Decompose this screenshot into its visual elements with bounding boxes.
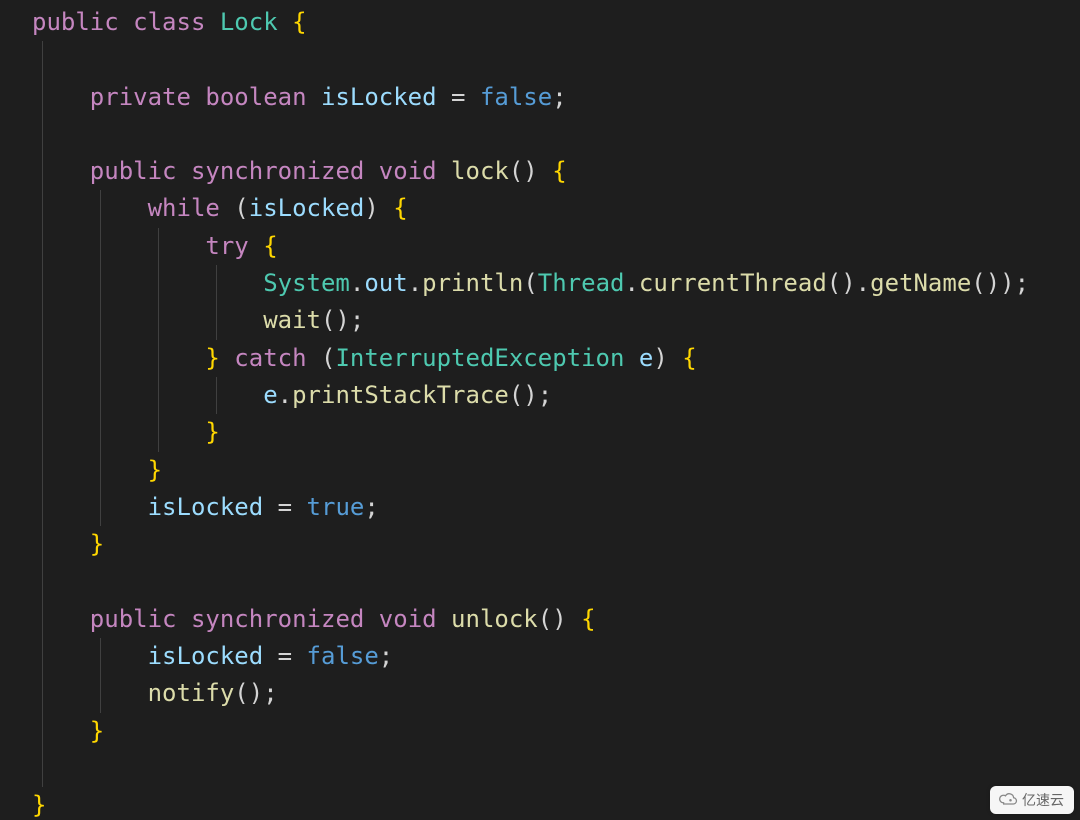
token-brace: { [393, 194, 407, 222]
token-kw: while [148, 194, 220, 222]
token-brace: } [148, 456, 162, 484]
token-brace: { [581, 605, 595, 633]
token-punc: (); [321, 306, 364, 334]
token-brace: { [552, 157, 566, 185]
code-line: } [0, 414, 1080, 451]
code-line: e.printStackTrace(); [0, 377, 1080, 414]
code-line: } [0, 452, 1080, 489]
token-punc: (). [827, 269, 870, 297]
code-line [0, 116, 1080, 153]
code-line: private boolean isLocked = false; [0, 79, 1080, 116]
token-func: unlock [451, 605, 538, 633]
token-type: System [263, 269, 350, 297]
token-punc [249, 232, 263, 260]
token-punc [278, 8, 292, 36]
code-line [0, 41, 1080, 78]
token-brace: { [682, 344, 696, 372]
code-line: } [0, 526, 1080, 563]
token-type: Thread [538, 269, 625, 297]
code-line [0, 563, 1080, 600]
token-func: wait [263, 306, 321, 334]
code-line: isLocked = false; [0, 638, 1080, 675]
token-kw: catch [234, 344, 306, 372]
token-type: Lock [220, 8, 278, 36]
token-var: isLocked [321, 83, 437, 111]
watermark-text: 亿速云 [1022, 790, 1064, 810]
code-line [0, 750, 1080, 787]
token-punc: ) [364, 194, 393, 222]
code-line: wait(); [0, 302, 1080, 339]
token-punc: ( [523, 269, 537, 297]
token-var: isLocked [148, 642, 264, 670]
token-punc: = [437, 83, 480, 111]
token-kw: private [90, 83, 206, 111]
token-lit: false [307, 642, 379, 670]
token-kw: synchronized [191, 605, 379, 633]
token-var: e [263, 381, 277, 409]
token-kw: public [90, 605, 191, 633]
code-line: System.out.println(Thread.currentThread(… [0, 265, 1080, 302]
token-punc: ( [220, 194, 249, 222]
token-func: println [422, 269, 523, 297]
token-var: e [639, 344, 653, 372]
token-var: isLocked [249, 194, 365, 222]
token-punc: (); [234, 679, 277, 707]
token-brace: { [292, 8, 306, 36]
token-kw: synchronized [191, 157, 379, 185]
token-punc: = [263, 642, 306, 670]
token-brace: } [205, 418, 219, 446]
code-line: public synchronized void lock() { [0, 153, 1080, 190]
token-punc: . [350, 269, 364, 297]
token-kw: void [379, 157, 451, 185]
token-punc: . [408, 269, 422, 297]
token-lit: false [480, 83, 552, 111]
code-block: public class Lock { private boolean isLo… [0, 0, 1080, 820]
code-line: public class Lock { [0, 4, 1080, 41]
token-func: lock [451, 157, 509, 185]
code-line: } catch (InterruptedException e) { [0, 340, 1080, 377]
token-punc: () [509, 157, 552, 185]
token-func: getName [870, 269, 971, 297]
code-line: } [0, 787, 1080, 820]
token-kw: void [379, 605, 451, 633]
token-brace: } [205, 344, 219, 372]
token-brace: { [263, 232, 277, 260]
token-kw: boolean [205, 83, 321, 111]
token-punc: ) [653, 344, 682, 372]
code-line: isLocked = true; [0, 489, 1080, 526]
token-brace: } [90, 530, 104, 558]
token-func: printStackTrace [292, 381, 509, 409]
token-punc: (); [509, 381, 552, 409]
token-punc: ; [364, 493, 378, 521]
token-punc: ()); [971, 269, 1029, 297]
code-line: notify(); [0, 675, 1080, 712]
cloud-icon [998, 792, 1018, 809]
token-func: currentThread [639, 269, 827, 297]
code-line: try { [0, 228, 1080, 265]
token-kw: class [133, 8, 220, 36]
token-brace: } [90, 717, 104, 745]
token-punc: = [263, 493, 306, 521]
code-line: while (isLocked) { [0, 190, 1080, 227]
token-punc [624, 344, 638, 372]
token-func: notify [148, 679, 235, 707]
code-line: public synchronized void unlock() { [0, 601, 1080, 638]
watermark: 亿速云 [990, 786, 1074, 814]
token-punc: ; [552, 83, 566, 111]
token-kw: public [32, 8, 133, 36]
token-kw: try [205, 232, 248, 260]
token-var: isLocked [148, 493, 264, 521]
token-lit: true [307, 493, 365, 521]
token-punc [220, 344, 234, 372]
code-line: } [0, 713, 1080, 750]
token-punc: ; [379, 642, 393, 670]
token-punc: . [624, 269, 638, 297]
token-punc: ( [307, 344, 336, 372]
token-kw: public [90, 157, 191, 185]
token-var: out [364, 269, 407, 297]
token-type: InterruptedException [335, 344, 624, 372]
token-punc: () [538, 605, 581, 633]
token-punc: . [278, 381, 292, 409]
token-brace: } [32, 791, 46, 819]
